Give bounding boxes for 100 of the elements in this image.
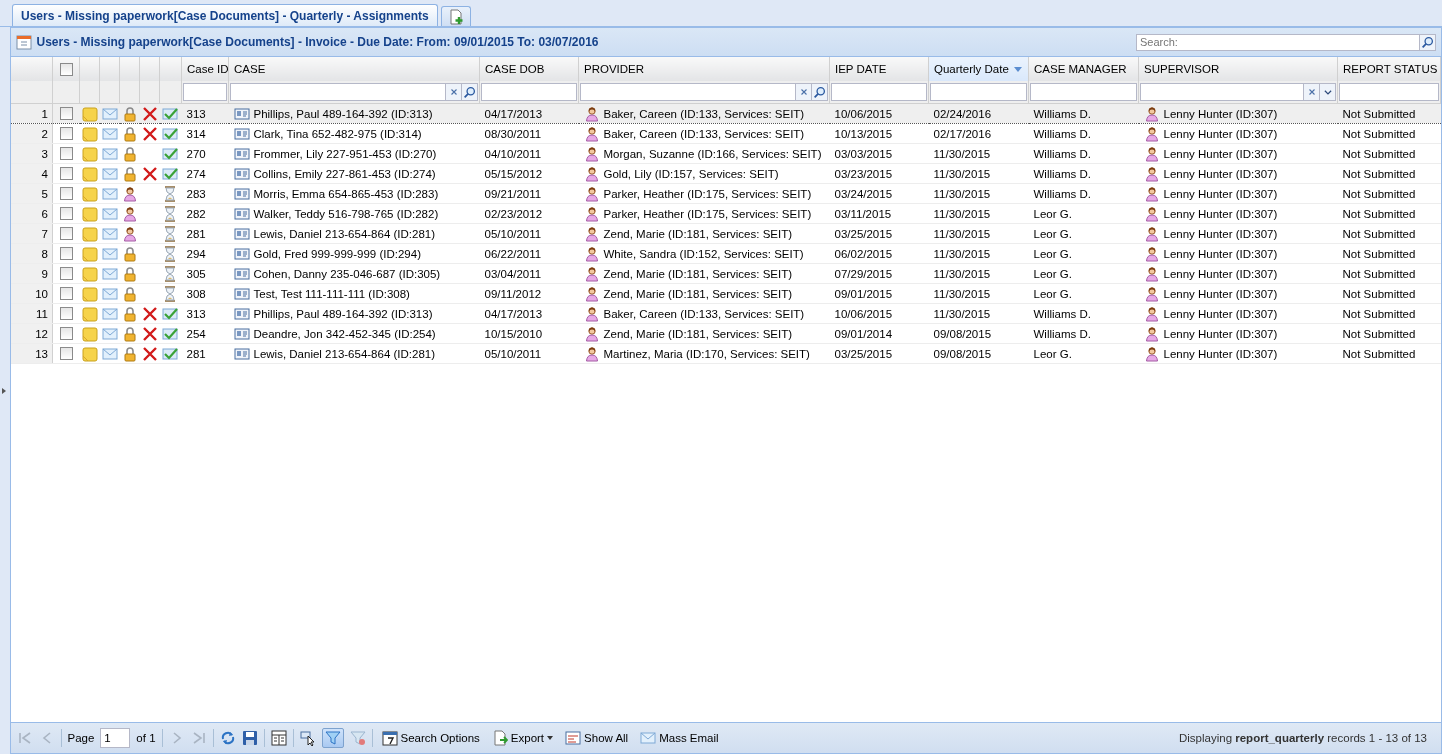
id-card-icon [233,345,250,362]
table-cell: Zend, Marie (ID:181, Services: SEIT) [603,227,793,240]
toolbar-button[interactable]: Mass Email [637,728,722,748]
add-tab-button[interactable] [440,6,471,26]
table-cell: Leor G. [1033,347,1072,360]
row-number: 4 [10,163,53,184]
lock-icon [121,125,138,142]
row-number: 3 [10,143,53,164]
clear-filter-button[interactable] [446,83,462,101]
person-icon [1143,245,1160,262]
table-cell: 283 [186,187,206,200]
filter-field[interactable] [580,83,796,101]
checked-envelope-icon [161,145,178,162]
column-header[interactable]: PROVIDER [584,63,645,75]
table-cell: 09/01/2015 [834,287,893,300]
table-cell: 08/30/2011 [484,127,542,140]
envelope-icon [101,225,118,242]
filter-field[interactable] [1339,83,1439,101]
dropdown-button[interactable] [1320,83,1336,101]
first-page-icon [16,730,33,746]
person-icon [1143,105,1160,122]
table-cell: 11/30/2015 [933,147,991,160]
clear-filter-button[interactable] [796,83,812,101]
table-cell: 06/02/2015 [834,247,893,260]
table-cell: 308 [186,287,206,300]
table-cell: Not Submitted [1342,267,1416,280]
row-checkbox[interactable] [59,267,73,280]
table-cell: Cohen, Danny 235-046-687 (ID:305) [253,267,441,280]
filter-field[interactable] [1140,83,1304,101]
filter-field[interactable] [481,83,577,101]
search-icon [1421,35,1434,49]
note-icon [81,245,98,262]
envelope-icon [101,145,118,162]
lock-icon [121,165,138,182]
filter-toggle-button[interactable] [321,728,344,748]
toolbar-button[interactable]: Search Options [378,728,483,748]
row-checkbox[interactable] [59,127,73,140]
column-header[interactable]: CASE [234,63,266,75]
column-header[interactable]: SUPERVISOR [1144,63,1220,75]
id-card-icon [233,205,250,222]
table-cell: 07/29/2015 [834,267,893,280]
search-button[interactable] [462,83,478,101]
add-document-icon [447,8,464,25]
row-checkbox[interactable] [59,227,73,240]
envelope-icon [101,245,118,262]
note-icon [81,305,98,322]
select-all-checkbox[interactable] [59,62,73,76]
table-cell: Williams D. [1033,327,1091,340]
tab[interactable]: Users - Missing paperwork[Case Documents] - Quarterly - Assignments [12,4,438,26]
lock-icon [121,325,138,342]
row-checkbox[interactable] [59,207,73,220]
table-cell: Baker, Careen (ID:133, Services: SEIT) [603,127,805,140]
row-checkbox[interactable] [59,107,73,120]
table-cell: 294 [186,247,206,260]
clear-filter-button[interactable] [1304,83,1320,101]
filter-field[interactable] [183,83,227,101]
checked-envelope-icon [161,125,178,142]
table-cell: 09/11/2012 [484,287,542,300]
cross-icon [141,325,158,342]
id-card-icon [233,165,250,182]
table-cell: 09/08/2015 [933,327,992,340]
filter-field[interactable] [1030,83,1137,101]
panel-title: Users - Missing paperwork[Case Documents] - Invoice - Due Date: From: 09/01/2015 To: 03/07/2016 [36,35,599,49]
table-cell: Lewis, Daniel 213-654-864 (ID:281) [253,347,436,360]
id-card-icon [233,245,250,262]
filter-field[interactable] [930,83,1027,101]
search-button[interactable] [1420,33,1436,51]
row-checkbox[interactable] [59,347,73,360]
table-cell: Phillips, Paul 489-164-392 (ID:313) [253,307,433,320]
search-field[interactable]: Search: [1136,33,1420,51]
row-checkbox[interactable] [59,187,73,200]
filter-field[interactable] [230,83,446,101]
row-checkbox[interactable] [59,147,73,160]
checked-envelope-icon [161,345,178,362]
table-cell: Not Submitted [1342,127,1416,140]
filter-field[interactable] [831,83,927,101]
table-cell: 03/25/2015 [834,227,893,240]
table-cell: Not Submitted [1342,147,1416,160]
search-icon [463,85,476,99]
row-checkbox[interactable] [59,327,73,340]
toolbar-button[interactable]: Show All [562,728,632,748]
person-icon [1143,125,1160,142]
table-cell: Zend, Marie (ID:181, Services: SEIT) [603,267,793,280]
table-cell: Lenny Hunter (ID:307) [1163,127,1278,140]
table-cell: Gold, Lily (ID:157, Services: SEIT) [603,167,779,180]
table-cell: Baker, Careen (ID:133, Services: SEIT) [603,107,805,120]
row-checkbox[interactable] [59,307,73,320]
person-icon [583,105,600,122]
table-cell: Lenny Hunter (ID:307) [1163,207,1278,220]
table-cell: Leor G. [1033,207,1072,220]
search-button[interactable] [812,83,828,101]
status-text: Displaying report_quarterly records 1 - 13 of 13 [1179,732,1428,744]
row-checkbox[interactable] [59,247,73,260]
clear-icon [798,87,809,97]
row-checkbox[interactable] [59,287,73,300]
envelope-icon [101,305,118,322]
row-checkbox[interactable] [59,167,73,180]
table-cell: 305 [186,267,206,280]
toolbar-button[interactable]: Export [488,728,557,748]
page-field[interactable]: 1 [100,728,131,748]
